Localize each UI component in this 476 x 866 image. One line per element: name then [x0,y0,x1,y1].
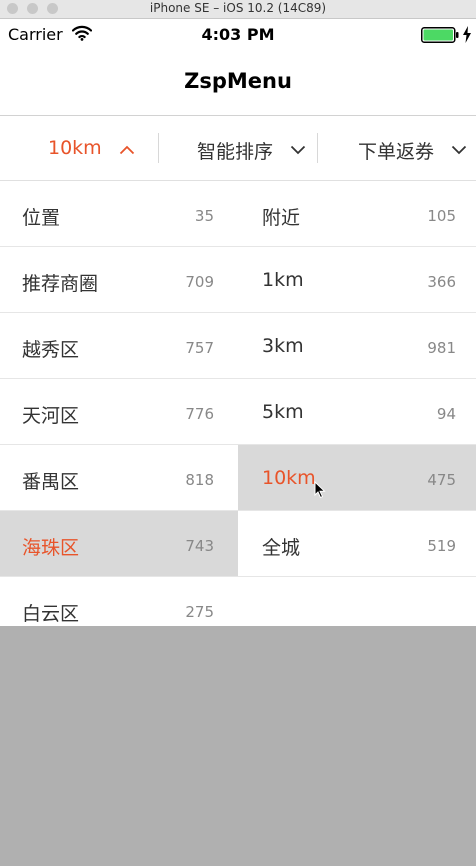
list-item-count: 519 [427,537,456,555]
list-item-name: 推荐商圈 [22,273,99,295]
list-item-count: 743 [185,537,214,555]
tab-coupon[interactable]: 下单返券 [318,116,476,180]
list-item-name: 3km [262,335,304,357]
list-item-selected[interactable]: 海珠区 743 [0,511,238,577]
dimmed-overlay[interactable] [0,626,476,866]
list-item[interactable]: 1km 366 [238,247,476,313]
tab-sort[interactable]: 智能排序 [159,116,317,180]
list-item-name: 海珠区 [22,537,80,559]
list-item-name: 天河区 [22,405,80,427]
list-item[interactable]: 全城 519 [238,511,476,577]
tab-distance-label: 10km [48,137,102,159]
list-item[interactable]: 位置 35 [0,181,238,247]
list-item-name: 1km [262,269,304,291]
list-item-count: 94 [436,405,456,423]
list-item-name: 白云区 [22,603,80,625]
list-item[interactable]: 番禺区 818 [0,445,238,511]
navigation-bar: ZspMenu [0,51,476,116]
district-list: 位置 35 推荐商圈 709 越秀区 757 天河区 776 番禺区 818 海… [0,181,238,626]
list-item[interactable]: 3km 981 [238,313,476,379]
cursor-icon [314,481,326,499]
status-time: 4:03 PM [201,25,275,44]
list-item-name: 位置 [22,207,61,229]
list-item[interactable]: 附近 105 [238,181,476,247]
tab-sort-label: 智能排序 [197,141,274,163]
battery-icon [421,27,459,43]
range-list: 附近 105 1km 366 3km 981 5km 94 10km 475 全… [238,181,476,577]
chevron-down-icon [451,145,467,155]
list-item-name: 全城 [262,537,301,559]
chevron-down-icon [290,145,306,155]
chevron-up-icon [119,145,135,155]
list-item-count: 105 [427,207,456,225]
list-item[interactable]: 天河区 776 [0,379,238,445]
list-item-name: 10km [262,467,316,489]
list-item-count: 757 [185,339,214,357]
tab-coupon-label: 下单返券 [358,141,435,163]
list-item-selected[interactable]: 10km 475 [238,445,476,511]
simulator-title-bar: iPhone SE – iOS 10.2 (14C89) [0,0,476,19]
list-item-name: 5km [262,401,304,423]
list-item-name: 越秀区 [22,339,80,361]
tab-distance[interactable]: 10km [0,116,158,180]
list-item-count: 776 [185,405,214,423]
list-item-count: 818 [185,471,214,489]
window-title: iPhone SE – iOS 10.2 (14C89) [149,1,327,15]
list-item-count: 275 [185,603,214,621]
page-title: ZspMenu [184,69,292,93]
menu-bar: 10km 智能排序 下单返券 [0,116,476,181]
list-item-count: 366 [427,273,456,291]
list-item[interactable]: 白云区 275 [0,577,238,626]
charge-icon [463,26,471,43]
list-item-count: 709 [185,273,214,291]
list-item-count: 475 [427,471,456,489]
list-item-name: 附近 [262,207,301,229]
list-item[interactable]: 推荐商圈 709 [0,247,238,313]
status-bar: Carrier 4:03 PM [0,19,476,51]
list-item-count: 981 [427,339,456,357]
list-item[interactable]: 5km 94 [238,379,476,445]
list-item-count: 35 [194,207,214,225]
list-item-name: 番禺区 [22,471,80,493]
dropdown-panel: 位置 35 推荐商圈 709 越秀区 757 天河区 776 番禺区 818 海… [0,181,476,626]
list-item[interactable]: 越秀区 757 [0,313,238,379]
